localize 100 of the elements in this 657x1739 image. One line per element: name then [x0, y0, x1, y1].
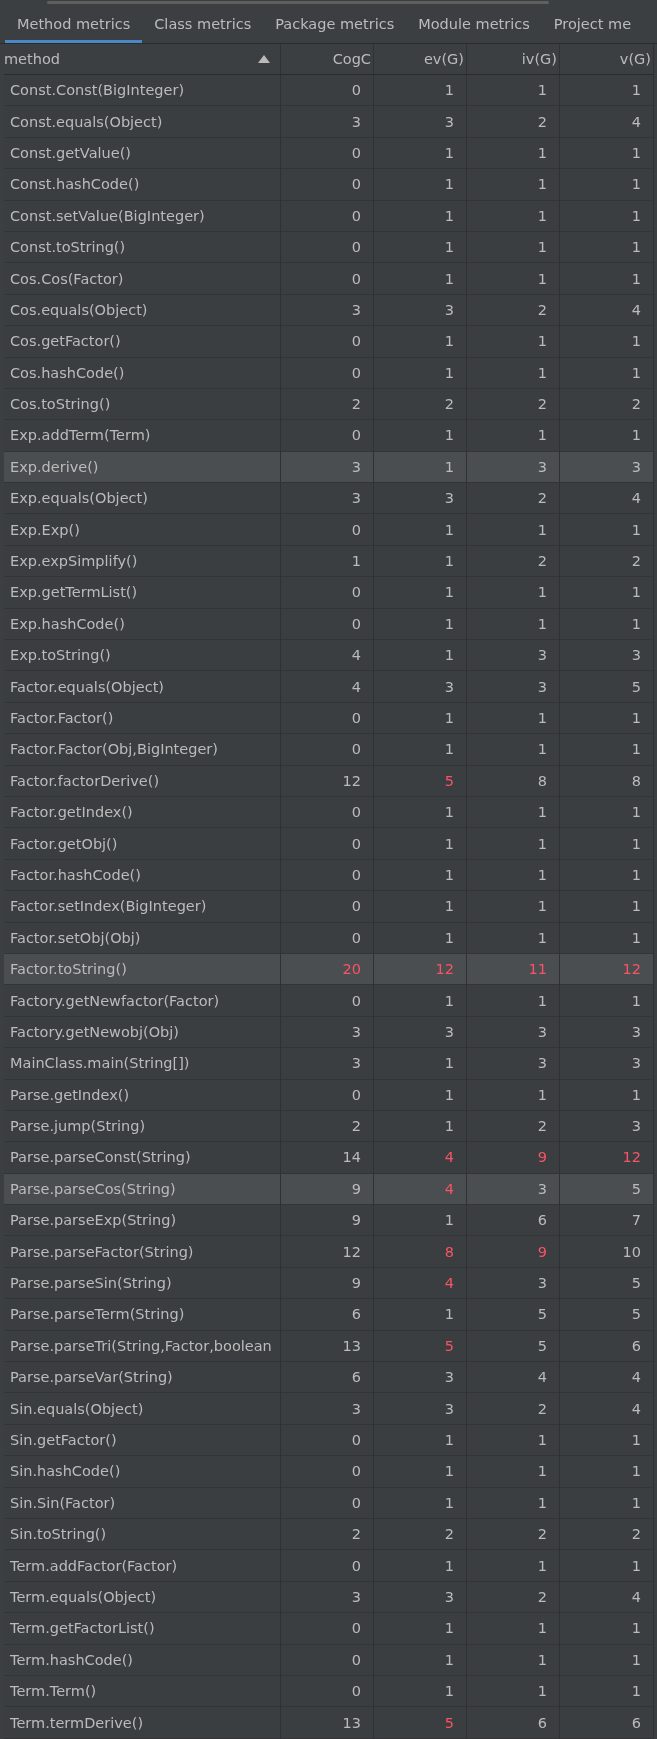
metric-cell: 1: [374, 1487, 467, 1519]
table-row[interactable]: Parse.parseExp(String) 9 1 6 7: [4, 1205, 654, 1237]
metric-cell: 1: [560, 828, 654, 860]
metric-cell: 1: [560, 1550, 654, 1582]
table-row[interactable]: Term.hashCode() 0 1 1 1: [4, 1644, 654, 1676]
table-row[interactable]: Exp.derive() 3 1 3 3: [4, 451, 654, 484]
metric-cell: 1: [560, 263, 654, 295]
table-row[interactable]: Exp.expSimplify() 1 1 2 2: [4, 545, 654, 578]
metric-cell: 1: [467, 1644, 560, 1676]
table-row[interactable]: Sin.equals(Object) 3 3 2 4: [4, 1393, 654, 1425]
table-row[interactable]: Cos.hashCode() 0 1 1 1: [4, 357, 654, 389]
table-row[interactable]: Exp.equals(Object) 3 3 2 4: [4, 483, 654, 515]
metric-cell: 3: [467, 1048, 560, 1080]
metric-cell: 12: [281, 1236, 374, 1268]
table-row[interactable]: Parse.jump(String) 2 1 2 3: [4, 1110, 654, 1143]
table-row[interactable]: Parse.getIndex() 0 1 1 1: [4, 1079, 654, 1111]
metric-cell: 1: [560, 922, 654, 954]
metric-cell: 1: [560, 514, 654, 546]
table-row[interactable]: Factory.getNewobj(Obj) 3 3 3 3: [4, 1016, 654, 1049]
table-row[interactable]: Factor.getIndex() 0 1 1 1: [4, 797, 654, 829]
metric-cell: 0: [281, 922, 374, 954]
metric-cell: 0: [281, 828, 374, 860]
metric-cell: 1: [467, 357, 560, 389]
table-row[interactable]: Parse.parseCos(String) 9 4 3 5: [4, 1173, 654, 1206]
table-row[interactable]: Exp.Exp() 0 1 1 1: [4, 514, 654, 546]
table-row[interactable]: Cos.toString() 2 2 2 2: [4, 388, 654, 421]
method-cell: Exp.addTerm(Term): [4, 420, 281, 452]
metric-cell: 1: [467, 514, 560, 546]
table-row[interactable]: Const.equals(Object) 3 3 2 4: [4, 106, 654, 138]
table-row[interactable]: Exp.toString() 4 1 3 3: [4, 640, 654, 672]
table-row[interactable]: Const.getValue() 0 1 1 1: [4, 137, 654, 170]
metric-cell: 6: [467, 1707, 560, 1739]
table-row[interactable]: Factor.hashCode() 0 1 1 1: [4, 859, 654, 892]
metric-cell: 1: [467, 169, 560, 201]
metric-cell: 1: [374, 326, 467, 358]
metric-cell: 1: [467, 326, 560, 358]
table-row[interactable]: Cos.getFactor() 0 1 1 1: [4, 326, 654, 358]
method-cell: Factor.Factor(Obj,BigInteger): [4, 734, 281, 766]
table-row[interactable]: Parse.parseConst(String) 14 4 9 12: [4, 1142, 654, 1174]
metric-cell: 1: [374, 263, 467, 295]
metric-cell: 9: [467, 1142, 560, 1174]
table-row[interactable]: Const.setValue(BigInteger) 0 1 1 1: [4, 200, 654, 232]
table-row[interactable]: Factory.getNewfactor(Factor) 0 1 1 1: [4, 985, 654, 1017]
table-row[interactable]: Parse.parseFactor(String) 12 8 9 10: [4, 1236, 654, 1268]
metric-cell: 5: [560, 671, 654, 703]
table-row[interactable]: Cos.equals(Object) 3 3 2 4: [4, 294, 654, 327]
table-row[interactable]: Factor.getObj() 0 1 1 1: [4, 828, 654, 860]
method-cell: Factor.getObj(): [4, 828, 281, 860]
table-row[interactable]: Parse.parseVar(String) 6 3 4 4: [4, 1362, 654, 1394]
table-row[interactable]: Exp.hashCode() 0 1 1 1: [4, 608, 654, 641]
method-cell: Term.addFactor(Factor): [4, 1550, 281, 1582]
column-header[interactable]: iv(G): [467, 44, 560, 75]
table-row[interactable]: Term.addFactor(Factor) 0 1 1 1: [4, 1550, 654, 1582]
table-row[interactable]: Factor.factorDerive() 12 5 8 8: [4, 765, 654, 797]
method-cell: Term.hashCode(): [4, 1644, 281, 1676]
tab[interactable]: Package metrics: [263, 4, 407, 43]
table-row[interactable]: Const.toString() 0 1 1 1: [4, 231, 654, 264]
table-row[interactable]: Sin.toString() 2 2 2 2: [4, 1518, 654, 1551]
table-row[interactable]: Const.Const(BigInteger) 0 1 1 1: [4, 75, 654, 107]
table-row[interactable]: Sin.hashCode() 0 1 1 1: [4, 1456, 654, 1488]
table-row[interactable]: Term.Term() 0 1 1 1: [4, 1675, 654, 1708]
table-row[interactable]: Factor.setIndex(BigInteger) 0 1 1 1: [4, 891, 654, 923]
table-row[interactable]: Term.termDerive() 13 5 6 6: [4, 1707, 654, 1739]
table-row[interactable]: Factor.equals(Object) 4 3 3 5: [4, 671, 654, 703]
table-row[interactable]: Factor.setObj(Obj) 0 1 1 1: [4, 922, 654, 954]
metric-cell: 1: [467, 420, 560, 452]
table-row[interactable]: MainClass.main(String[]) 3 1 3 3: [4, 1048, 654, 1080]
table-row[interactable]: Exp.addTerm(Term) 0 1 1 1: [4, 420, 654, 452]
method-cell: Factory.getNewfactor(Factor): [4, 985, 281, 1017]
table-row[interactable]: Exp.getTermList() 0 1 1 1: [4, 577, 654, 609]
table-row[interactable]: Factor.toString() 20 12 11 12: [4, 953, 654, 986]
scrollbar-thumb[interactable]: [47, 1, 549, 4]
metric-cell: 1: [560, 1456, 654, 1488]
method-cell: Const.equals(Object): [4, 106, 281, 138]
tab[interactable]: Class metrics: [142, 4, 264, 43]
column-header[interactable]: v(G): [560, 44, 654, 75]
metric-cell: 3: [374, 106, 467, 138]
column-header[interactable]: method: [4, 44, 281, 75]
table-row[interactable]: Const.hashCode() 0 1 1 1: [4, 169, 654, 201]
method-cell: Sin.Sin(Factor): [4, 1487, 281, 1519]
column-header[interactable]: CogC: [281, 44, 374, 75]
column-header[interactable]: ev(G): [374, 44, 467, 75]
tab[interactable]: Project me: [541, 4, 632, 43]
metric-cell: 1: [374, 577, 467, 609]
table-row[interactable]: Sin.Sin(Factor) 0 1 1 1: [4, 1487, 654, 1519]
table-row[interactable]: Parse.parseTerm(String) 6 1 5 5: [4, 1299, 654, 1331]
table-row[interactable]: Factor.Factor() 0 1 1 1: [4, 702, 654, 735]
metric-cell: 1: [374, 1048, 467, 1080]
table-row[interactable]: Term.equals(Object) 3 3 2 4: [4, 1581, 654, 1614]
table-row[interactable]: Factor.Factor(Obj,BigInteger) 0 1 1 1: [4, 734, 654, 766]
table-row[interactable]: Term.getFactorList() 0 1 1 1: [4, 1613, 654, 1645]
tab[interactable]: Module metrics: [406, 4, 542, 43]
metric-cell: 1: [374, 420, 467, 452]
method-cell: Factor.factorDerive(): [4, 765, 281, 797]
table-row[interactable]: Cos.Cos(Factor) 0 1 1 1: [4, 263, 654, 295]
metric-cell: 1: [374, 828, 467, 860]
table-row[interactable]: Sin.getFactor() 0 1 1 1: [4, 1424, 654, 1457]
table-row[interactable]: Parse.parseTri(String,Factor,boolean 13 5 5 6: [4, 1330, 654, 1362]
table-row[interactable]: Parse.parseSin(String) 9 4 3 5: [4, 1267, 654, 1300]
metric-cell: 1: [467, 1487, 560, 1519]
